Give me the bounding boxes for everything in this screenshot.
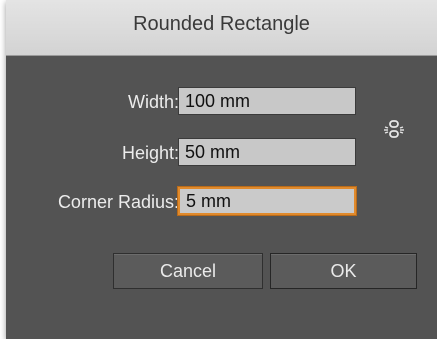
corner-radius-row: Corner Radius: (6, 187, 437, 217)
height-input[interactable] (178, 138, 356, 166)
height-label: Height: (121, 143, 179, 163)
dialog-title-bar[interactable]: Rounded Rectangle (6, 0, 437, 56)
ok-button[interactable]: OK (270, 253, 417, 289)
height-row: Height: (6, 138, 437, 168)
corner-radius-input[interactable] (178, 187, 356, 215)
dialog-title: Rounded Rectangle (133, 13, 310, 35)
rounded-rectangle-dialog: Rounded Rectangle Width: Height: Corner … (6, 0, 437, 339)
width-label: Width: (127, 92, 179, 112)
cancel-button[interactable]: Cancel (113, 253, 263, 289)
corner-radius-label: Corner Radius: (57, 192, 179, 212)
chain-link-broken-icon[interactable] (382, 117, 406, 141)
width-input[interactable] (178, 87, 356, 115)
width-row: Width: (6, 87, 437, 117)
